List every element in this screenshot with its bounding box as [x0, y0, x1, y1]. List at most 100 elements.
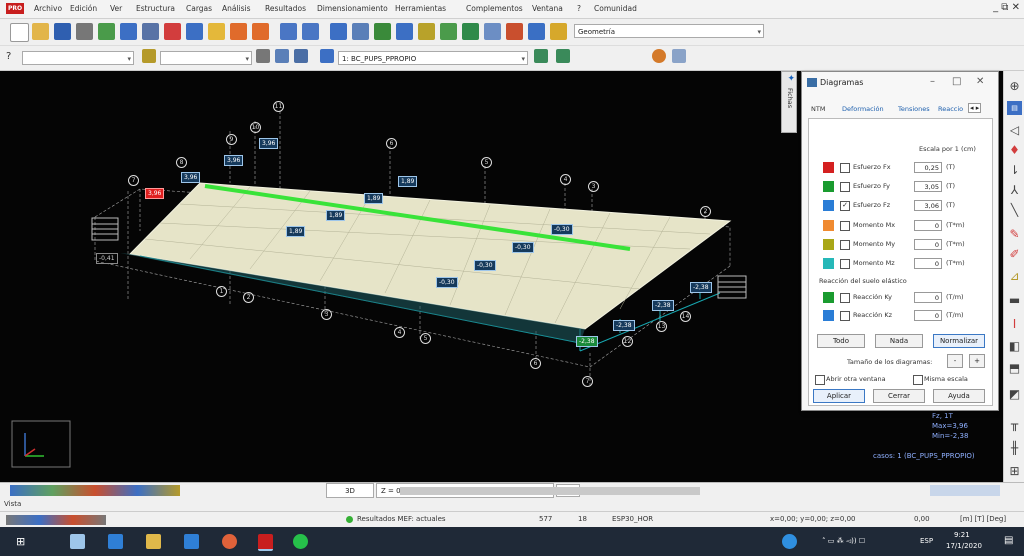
my-scale-input[interactable]: 0 [914, 239, 942, 250]
ky-color-swatch[interactable] [823, 292, 834, 303]
delete-icon[interactable] [164, 23, 181, 40]
menu-dimensionamiento[interactable]: Dimensionamiento [317, 4, 388, 13]
same-scale-checkbox[interactable] [913, 375, 923, 385]
menu-estructura[interactable]: Estructura [136, 4, 175, 13]
size-increase-button[interactable]: + [969, 354, 985, 368]
layers-icon[interactable] [330, 23, 347, 40]
horizontal-scrollbar[interactable] [400, 487, 700, 495]
task-view-icon[interactable] [70, 534, 85, 549]
new-file-icon[interactable] [10, 23, 29, 42]
redo-icon[interactable] [252, 23, 269, 40]
fx-scale-input[interactable]: 0,25 [914, 162, 942, 173]
open-folder-icon[interactable] [32, 23, 49, 40]
open-other-window-checkbox[interactable] [815, 375, 825, 385]
menu-analisis[interactable]: Análisis [222, 4, 251, 13]
load-tool-icon[interactable]: ⇂ [1007, 163, 1022, 177]
menu-help[interactable]: ? [577, 4, 581, 13]
support-icon[interactable]: ⅄ [1007, 183, 1022, 197]
panel-icon[interactable]: ◧ [1007, 339, 1022, 353]
onedrive-icon[interactable] [782, 534, 797, 549]
tools-icon[interactable] [506, 23, 523, 40]
results-icon[interactable] [462, 23, 479, 40]
fy-color-swatch[interactable] [823, 181, 834, 192]
structure-combo[interactable]: ▾ [22, 51, 134, 65]
windows-start-icon[interactable]: ⊞ [16, 535, 25, 548]
fz-scale-input[interactable]: 3,06 [914, 200, 942, 211]
menu-edicion[interactable]: Edición [70, 4, 97, 13]
color-icon[interactable] [652, 49, 666, 63]
grid-icon[interactable] [302, 23, 319, 40]
language-indicator[interactable]: ESP [920, 537, 933, 545]
mz-scale-input[interactable]: 0 [914, 258, 942, 269]
node-icon[interactable] [142, 49, 156, 63]
select-none-button[interactable]: Nada [875, 334, 923, 348]
screen-icon[interactable] [142, 23, 159, 40]
cases-icon[interactable] [320, 49, 334, 63]
select-all-button[interactable]: Todo [817, 334, 865, 348]
preview-icon[interactable] [98, 23, 115, 40]
file-explorer-icon[interactable] [146, 534, 161, 549]
kz-color-swatch[interactable] [823, 310, 834, 321]
apply-button[interactable]: Aplicar [813, 389, 865, 403]
close-button[interactable]: Cerrar [873, 389, 925, 403]
tab-reacciones[interactable]: Reaccio [938, 105, 963, 113]
my-checkbox[interactable] [840, 240, 850, 250]
copy-icon[interactable] [186, 23, 203, 40]
calculator-icon[interactable] [528, 23, 545, 40]
tab-tensiones[interactable]: Tensiones [898, 105, 930, 113]
robot-app-icon[interactable] [258, 534, 273, 551]
view-mode-tab[interactable]: 3D [326, 483, 374, 498]
menu-archivo[interactable]: Archivo [34, 4, 62, 13]
my-color-swatch[interactable] [823, 239, 834, 250]
select-icon[interactable] [256, 49, 270, 63]
edge-icon[interactable] [108, 534, 123, 549]
load-case-combo[interactable]: 1: BC_PUPS_PPROPIO ▾ [338, 51, 528, 65]
curve-icon[interactable] [672, 49, 686, 63]
selection-combo[interactable]: ▾ [160, 51, 252, 65]
store-icon[interactable] [184, 534, 199, 549]
menu-resultados[interactable]: Resultados [265, 4, 306, 13]
menu-cargas[interactable]: Cargas [186, 4, 212, 13]
kz-scale-input[interactable]: 0 [914, 310, 942, 321]
snap-mode-icons[interactable] [6, 515, 106, 525]
beam-icon[interactable]: ▬ [1007, 293, 1022, 307]
normalize-button[interactable]: Normalizar [933, 334, 985, 348]
menu-comunidad[interactable]: Comunidad [594, 4, 637, 13]
help-button[interactable]: Ayuda [933, 389, 985, 403]
tray-icons[interactable]: ˄ ▭ ⁂ ◅)) ☐ [822, 537, 865, 545]
diagram-tool-icon[interactable]: ⊿ [1007, 269, 1022, 283]
minimize-icon[interactable]: – [930, 76, 935, 87]
zoom-icon[interactable] [352, 23, 369, 40]
save-icon[interactable] [54, 23, 71, 40]
marker-icon[interactable]: ✐ [1007, 247, 1022, 261]
ky-checkbox[interactable] [840, 293, 850, 303]
tab-scroll-arrows[interactable]: ◂ ▸ [968, 103, 982, 113]
tab-ntm[interactable]: NTM [811, 105, 825, 113]
print-icon[interactable] [76, 23, 93, 40]
menu-herramientas[interactable]: Herramientas [395, 4, 446, 13]
combination-icon[interactable] [534, 49, 548, 63]
fz-checkbox[interactable]: ✓ [840, 201, 850, 211]
maximize-icon[interactable]: □ [952, 76, 961, 87]
display-icon[interactable] [294, 49, 308, 63]
mx-scale-input[interactable]: 0 [914, 220, 942, 231]
stair-icon[interactable]: ⊞ [1007, 464, 1022, 478]
mz-checkbox[interactable] [840, 259, 850, 269]
table-icon[interactable] [280, 23, 297, 40]
whatsapp-icon[interactable] [293, 534, 308, 549]
slab-icon[interactable]: ⬒ [1007, 361, 1022, 375]
brave-icon[interactable] [222, 534, 237, 549]
zoom-window-icon[interactable] [374, 23, 391, 40]
structure-icon[interactable] [396, 23, 413, 40]
fz-color-swatch[interactable] [823, 200, 834, 211]
view-icon[interactable] [275, 49, 289, 63]
fx-checkbox[interactable] [840, 163, 850, 173]
design-icon[interactable] [484, 23, 501, 40]
rotate-icon[interactable]: ◁ [1007, 123, 1022, 137]
window-controls[interactable]: _ ⧉ ✕ [993, 2, 1020, 13]
loads-icon[interactable] [418, 23, 435, 40]
paste-icon[interactable] [208, 23, 225, 40]
pin-icon[interactable]: ✦ [785, 74, 795, 82]
section-icon[interactable]: Ⅰ [1007, 317, 1022, 331]
node-table-icon[interactable]: ▤ [1007, 101, 1022, 115]
